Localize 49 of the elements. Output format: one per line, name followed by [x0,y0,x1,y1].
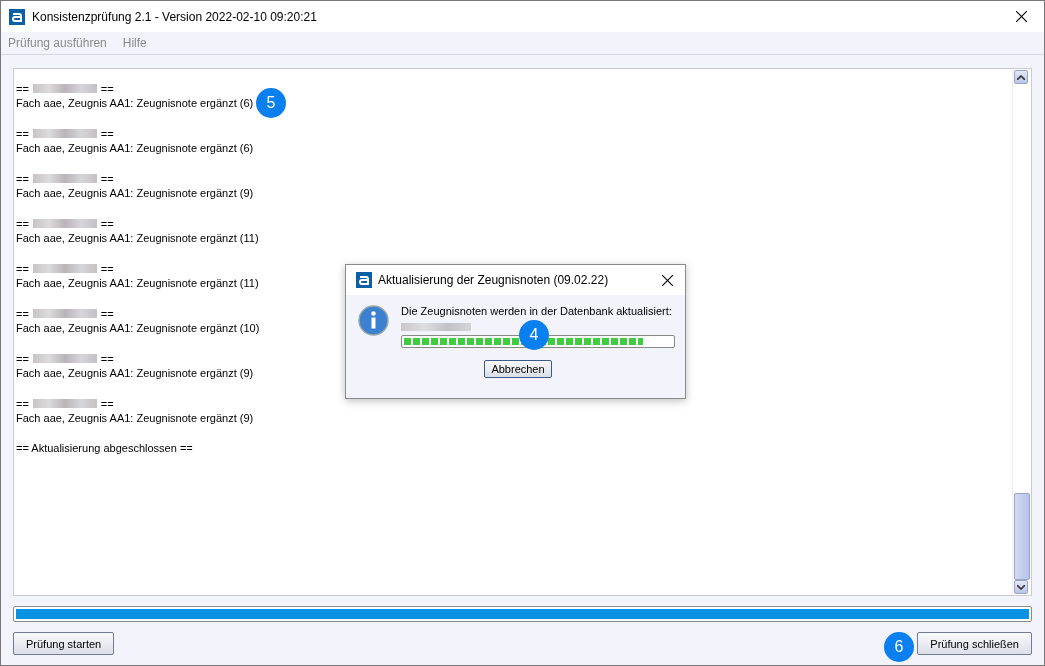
heading-mark: == [100,352,114,365]
log-line: == Aktualisierung abgeschlossen == [16,441,193,456]
heading-mark: == [16,352,29,365]
log-line: Fach aae, Zeugnis AA1: Zeugnisnote ergänzt (6) [16,141,254,156]
redacted-name [32,399,97,408]
chevron-down-icon [1017,584,1025,590]
heading-mark: == [100,307,114,320]
redacted-name [32,219,97,228]
heading-mark: == [16,217,29,230]
redacted-name [32,84,97,93]
redacted-name [32,309,97,318]
info-icon [358,305,389,336]
heading-mark: == [100,82,114,95]
window-title: Konsistenzprüfung 2.1 - Version 2022-02-10 09:20:21 [32,9,318,24]
heading-mark: == [16,397,29,410]
log-line: Fach aae, Zeugnis AA1: Zeugnisnote ergänzt (10) [16,321,260,336]
cancel-button[interactable]: Abbrechen [484,360,552,378]
heading-mark: == [16,82,29,95]
callout-marker: 6 [884,632,914,662]
heading-mark: == [16,307,29,320]
log-line: Fach aae, Zeugnis AA1: Zeugnisnote ergänzt (11) [16,276,259,291]
app-logo-icon [9,8,25,25]
heading-mark: == [100,127,114,140]
chevron-up-icon [1017,74,1025,80]
heading-mark: == [100,217,114,230]
log-line: Fach aae, Zeugnis AA1: Zeugnisnote ergänzt (11) [16,231,259,246]
heading-mark: == [100,262,114,275]
heading-mark: == [100,397,114,410]
redacted-name [401,323,471,331]
redacted-name [32,264,97,273]
scrollbar-thumb[interactable] [1014,493,1030,580]
dialog-title: Aktualisierung der Zeugnisnoten (09.02.22) [378,273,610,287]
log-line: Fach aae, Zeugnis AA1: Zeugnisnote ergänzt (9) [16,186,254,201]
log-line: Fach aae, Zeugnis AA1: Zeugnisnote ergänzt (9) [16,366,254,381]
log-line: Fach aae, Zeugnis AA1: Zeugnisnote ergänzt (6) [16,96,254,111]
close-check-button[interactable]: Prüfung schließen [917,632,1032,655]
heading-mark: == [16,172,29,185]
start-check-button[interactable]: Prüfung starten [13,632,115,655]
heading-mark: == [16,262,29,275]
dialog-message: Die Zeugnisnoten werden in der Datenbank aktualisiert: [401,305,673,317]
scroll-up-button[interactable] [1014,70,1028,84]
log-line: Fach aae, Zeugnis AA1: Zeugnisnote ergänzt (9) [16,411,254,426]
scroll-down-button[interactable] [1014,580,1028,594]
redacted-name [32,174,97,183]
dialog-logo-icon [356,272,372,288]
heading-mark: == [16,127,29,140]
heading-mark: == [100,172,114,185]
redacted-name [32,129,97,138]
redacted-name [32,354,97,363]
